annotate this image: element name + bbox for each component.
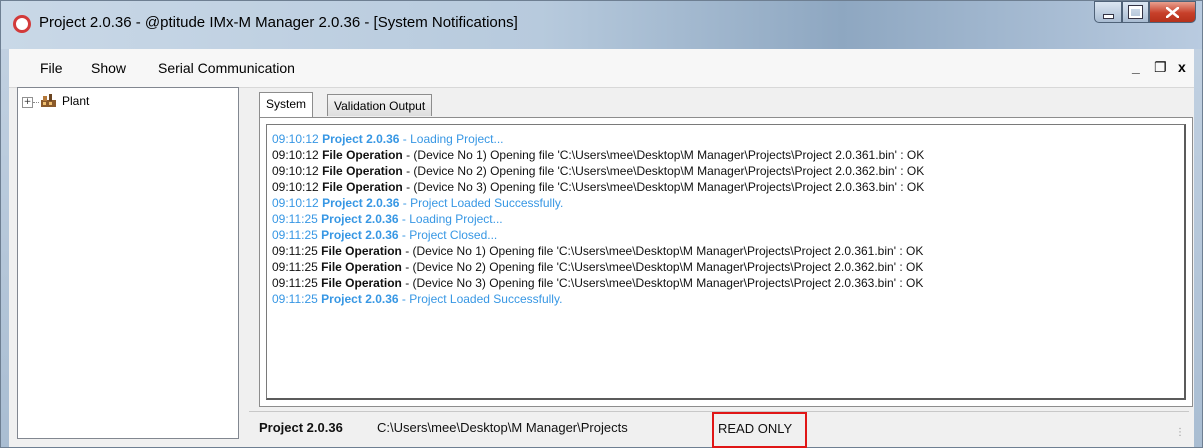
size-grip-icon[interactable]: ⋮ — [1175, 427, 1185, 438]
log-time: 09:10:12 — [272, 180, 319, 194]
window-minimize-button[interactable] — [1094, 1, 1122, 23]
log-source: File Operation — [321, 244, 402, 258]
menu-show[interactable]: Show — [91, 60, 126, 76]
log-time: 09:10:12 — [272, 148, 319, 162]
mdi-close-button[interactable]: x — [1178, 59, 1186, 75]
minimize-icon — [1102, 13, 1114, 19]
tab-validation-output[interactable]: Validation Output — [327, 94, 433, 116]
log-message: - (Device No 1) Opening file 'C:\Users\m… — [402, 148, 925, 162]
tree-connector — [33, 102, 39, 103]
log-message: - (Device No 2) Opening file 'C:\Users\m… — [401, 260, 924, 274]
log-message: - (Device No 3) Opening file 'C:\Users\m… — [401, 276, 924, 290]
log-line: 09:10:12 File Operation - (Device No 2) … — [272, 163, 1184, 179]
log-source: Project 2.0.36 — [321, 292, 399, 306]
plant-icon — [41, 94, 56, 107]
log-line: 09:10:12 Project 2.0.36 - Project Loaded… — [272, 195, 1184, 211]
status-project-path: C:\Users\mee\Desktop\M Manager\Projects — [377, 420, 628, 435]
log-time: 09:11:25 — [272, 212, 318, 226]
close-icon — [1166, 6, 1179, 18]
log-line: 09:11:25 File Operation - (Device No 2) … — [272, 259, 1184, 275]
window-close-button[interactable] — [1149, 1, 1196, 23]
log-source: File Operation — [321, 276, 402, 290]
status-project-name: Project 2.0.36 — [259, 420, 343, 435]
system-tab-panel: 09:10:12 Project 2.0.36 - Loading Projec… — [259, 117, 1193, 407]
log-source: File Operation — [321, 260, 402, 274]
log-time: 09:11:25 — [272, 276, 318, 290]
app-window: Project 2.0.36 - @ptitude IMx-M Manager … — [0, 0, 1203, 448]
log-line: 09:10:12 File Operation - (Device No 1) … — [272, 147, 1184, 163]
menu-bar: File Show Serial Communication _ ❐ x — [9, 49, 1194, 88]
tree-node-plant[interactable]: Plant — [62, 94, 89, 108]
log-time: 09:11:25 — [272, 260, 318, 274]
log-time: 09:11:25 — [272, 228, 318, 242]
log-source: Project 2.0.36 — [321, 212, 399, 226]
log-line: 09:11:25 Project 2.0.36 - Project Loaded… — [272, 291, 1184, 307]
log-message: - Project Closed... — [398, 228, 498, 242]
notification-log[interactable]: 09:10:12 Project 2.0.36 - Loading Projec… — [266, 124, 1186, 400]
log-message: - Loading Project... — [398, 212, 503, 226]
window-controls — [1094, 1, 1196, 25]
log-source: Project 2.0.36 — [321, 228, 399, 242]
menu-file[interactable]: File — [40, 60, 63, 76]
maximize-icon — [1128, 5, 1143, 19]
log-time: 09:10:12 — [272, 132, 319, 146]
log-line: 09:11:25 File Operation - (Device No 3) … — [272, 275, 1184, 291]
log-line: 09:11:25 Project 2.0.36 - Project Closed… — [272, 227, 1184, 243]
mdi-restore-button[interactable]: ❐ — [1154, 59, 1167, 76]
log-message: - Loading Project... — [399, 132, 504, 146]
log-time: 09:10:12 — [272, 196, 319, 210]
title-bar[interactable]: Project 2.0.36 - @ptitude IMx-M Manager … — [1, 1, 1202, 49]
log-message: - Project Loaded Successfully. — [398, 292, 563, 306]
tab-system[interactable]: System — [259, 92, 314, 117]
window-title: Project 2.0.36 - @ptitude IMx-M Manager … — [39, 14, 518, 31]
client-area: File Show Serial Communication _ ❐ x + P… — [9, 49, 1194, 448]
tree-expand-toggle[interactable]: + — [22, 97, 33, 108]
mdi-minimize-button[interactable]: _ — [1132, 59, 1140, 75]
app-icon[interactable] — [13, 15, 31, 33]
menu-serial-communication[interactable]: Serial Communication — [158, 60, 295, 76]
log-line: 09:10:12 File Operation - (Device No 3) … — [272, 179, 1184, 195]
log-line: 09:11:25 File Operation - (Device No 1) … — [272, 243, 1184, 259]
log-line: 09:10:12 Project 2.0.36 - Loading Projec… — [272, 131, 1184, 147]
log-source: File Operation — [322, 180, 403, 194]
status-bar: Project 2.0.36 C:\Users\mee\Desktop\M Ma… — [249, 411, 1189, 448]
log-time: 09:10:12 — [272, 164, 319, 178]
log-source: File Operation — [322, 164, 403, 178]
log-source: File Operation — [322, 148, 403, 162]
log-message: - (Device No 3) Opening file 'C:\Users\m… — [402, 180, 925, 194]
log-source: Project 2.0.36 — [322, 196, 400, 210]
plant-tree[interactable]: + Plant — [17, 87, 239, 439]
log-line: 09:11:25 Project 2.0.36 - Loading Projec… — [272, 211, 1184, 227]
log-source: Project 2.0.36 — [322, 132, 400, 146]
window-maximize-button[interactable] — [1122, 1, 1149, 23]
status-read-only: READ ONLY — [712, 412, 807, 448]
log-time: 09:11:25 — [272, 292, 318, 306]
log-message: - (Device No 2) Opening file 'C:\Users\m… — [402, 164, 925, 178]
log-message: - (Device No 1) Opening file 'C:\Users\m… — [401, 244, 924, 258]
log-message: - Project Loaded Successfully. — [399, 196, 564, 210]
log-time: 09:11:25 — [272, 244, 318, 258]
